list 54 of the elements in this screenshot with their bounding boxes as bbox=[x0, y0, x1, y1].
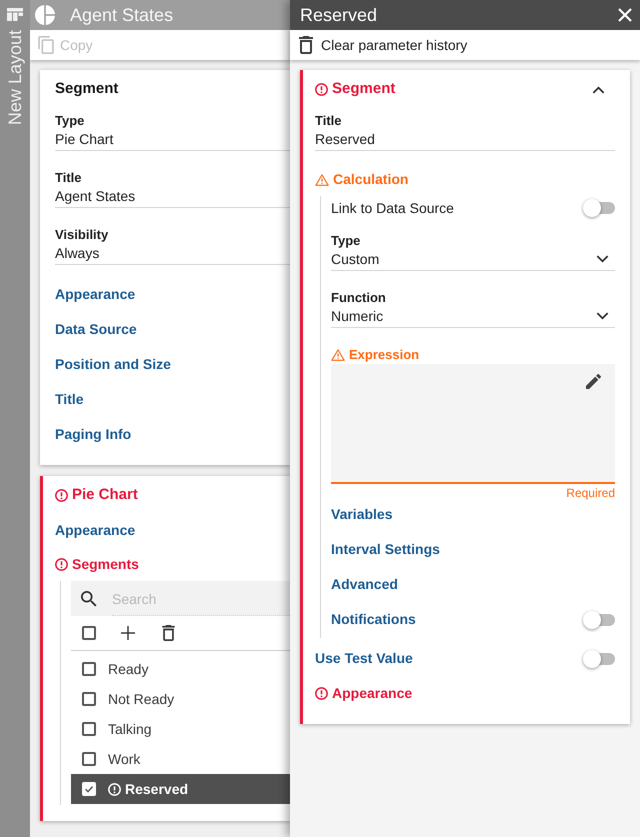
plus-icon[interactable] bbox=[121, 626, 135, 640]
chevron-down-icon[interactable] bbox=[596, 312, 609, 320]
close-icon[interactable] bbox=[618, 8, 632, 22]
section-link[interactable]: Interval Settings bbox=[331, 539, 440, 560]
section-link[interactable]: Appearance bbox=[55, 284, 136, 305]
toggle-switch[interactable] bbox=[583, 610, 615, 630]
section-link[interactable]: Variables bbox=[331, 504, 392, 524]
card-title: Pie Chart bbox=[55, 484, 138, 507]
checkbox[interactable] bbox=[82, 692, 96, 706]
toolbar-button[interactable]: Clear parameter history bbox=[299, 34, 468, 56]
warning-icon bbox=[331, 349, 345, 361]
card-title: Segment bbox=[315, 78, 396, 101]
text-field[interactable]: Title Reserved bbox=[315, 113, 615, 151]
chevron-down-icon[interactable] bbox=[596, 255, 609, 263]
search-icon bbox=[81, 590, 97, 606]
section-link[interactable]: Notifications bbox=[331, 609, 416, 630]
checkbox[interactable] bbox=[82, 626, 96, 640]
section-link[interactable]: Advanced bbox=[331, 574, 398, 595]
alert-circle-icon bbox=[315, 687, 328, 700]
switch-label: Link to Data Source bbox=[331, 198, 454, 218]
section-link[interactable]: Paging Info bbox=[55, 424, 132, 445]
alert-circle-icon bbox=[315, 83, 328, 96]
dropdown[interactable]: Function Numeric bbox=[331, 290, 615, 328]
section-link[interactable]: Data Source bbox=[55, 319, 137, 340]
field-label: Expression bbox=[349, 346, 420, 364]
section-link[interactable]: Appearance bbox=[55, 520, 136, 541]
trash-icon[interactable] bbox=[162, 625, 175, 641]
panel-title: Agent States bbox=[70, 4, 174, 27]
trash-icon[interactable] bbox=[299, 36, 313, 54]
warning-icon bbox=[315, 174, 329, 186]
card-title: Segment bbox=[55, 79, 118, 100]
section-link[interactable]: Appearance bbox=[315, 683, 412, 704]
toggle-switch[interactable] bbox=[583, 198, 615, 218]
checkbox[interactable] bbox=[82, 662, 96, 676]
section-header[interactable]: Segments bbox=[55, 548, 139, 581]
alert-circle-icon bbox=[55, 558, 68, 571]
list-item[interactable]: Reserved bbox=[71, 774, 290, 804]
chevron-up-icon[interactable] bbox=[592, 86, 605, 94]
toggle-switch[interactable] bbox=[583, 648, 615, 668]
panel-title: Reserved bbox=[300, 4, 378, 26]
expression-field[interactable] bbox=[331, 364, 615, 484]
dropdown[interactable]: Type Custom bbox=[331, 233, 615, 271]
checkbox[interactable] bbox=[82, 752, 96, 766]
alert-circle-icon bbox=[55, 489, 68, 502]
pencil-icon[interactable] bbox=[586, 374, 601, 389]
section-link[interactable]: Title bbox=[55, 389, 84, 410]
section-link[interactable]: Use Test Value bbox=[315, 648, 413, 669]
helper-text: Required bbox=[566, 486, 615, 500]
pie-chart-icon bbox=[35, 5, 55, 25]
layout-icon[interactable] bbox=[7, 8, 23, 21]
search-field[interactable]: Search bbox=[71, 581, 290, 616]
checkbox[interactable] bbox=[82, 722, 96, 736]
section-link[interactable]: Position and Size bbox=[55, 354, 171, 375]
copy-icon bbox=[38, 36, 54, 54]
